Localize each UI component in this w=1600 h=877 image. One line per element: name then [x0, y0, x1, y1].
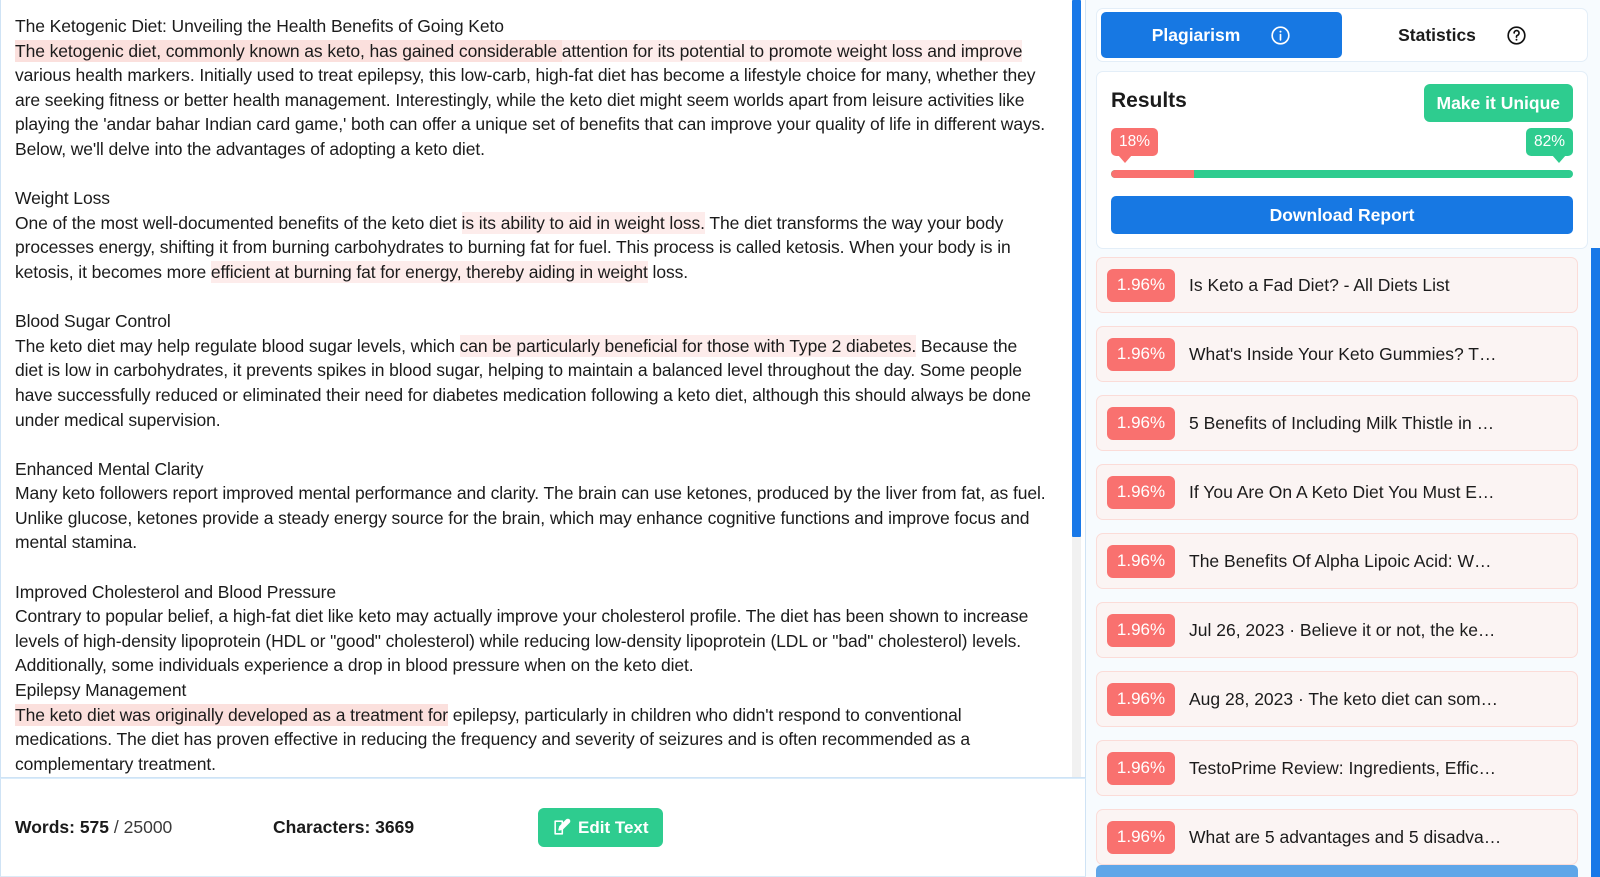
status-bar: Words: 575 / 25000 Characters: 3669 Edit… [0, 778, 1086, 877]
edit-text-button[interactable]: Edit Text [538, 808, 663, 847]
match-percent-badge: 1.96% [1107, 337, 1175, 371]
highlight-span: is its ability to aid in weight loss. [461, 211, 705, 234]
characters-label: Characters: [273, 817, 371, 837]
title-line: The Ketogenic Diet: Unveiling the Health… [15, 14, 1047, 39]
text-span: various health markers. Initially used t… [15, 65, 1046, 159]
match-title: What are 5 advantages and 5 disadva… [1189, 826, 1502, 847]
highlight-span: The ketogenic diet, commonly known as ke… [15, 39, 562, 62]
paragraph-cholesterol: Contrary to popular belief, a high-fat d… [15, 604, 1047, 678]
match-title: Aug 28, 2023 · The keto diet can som… [1189, 688, 1499, 709]
match-percent-badge: 1.96% [1107, 613, 1175, 647]
editor-scrollbar-track[interactable] [1072, 0, 1081, 777]
match-row[interactable]: 1.96% What's Inside Your Keto Gummies? T… [1096, 326, 1578, 382]
tab-plagiarism-label: Plagiarism [1151, 24, 1241, 45]
heading-blood-sugar: Blood Sugar Control [15, 309, 1047, 334]
paragraph-epilepsy: The keto diet was originally developed a… [15, 703, 1047, 777]
match-row[interactable]: 1.96% Aug 28, 2023 · The keto diet can so… [1096, 671, 1578, 727]
text-span: Enhanced Mental Clarity [15, 458, 204, 479]
text-span: loss. [647, 261, 689, 282]
match-row[interactable]: 1.96% 5 Benefits of Including Milk Thistl… [1096, 395, 1578, 451]
text-span: Contrary to popular belief, a high-fat d… [15, 606, 1029, 676]
bottom-progress-bar [1096, 865, 1578, 877]
character-count: Characters: 3669 [273, 817, 538, 838]
text-span: One of the most well-documented benefits… [15, 212, 462, 233]
tab-statistics[interactable]: Statistics [1342, 12, 1583, 58]
editor-panel: The Ketogenic Diet: Unveiling the Health… [0, 0, 1086, 877]
match-row[interactable]: 1.96% If You Are On A Keto Diet You Must … [1096, 464, 1578, 520]
match-title: TestoPrime Review: Ingredients, Effic… [1189, 757, 1497, 778]
tab-plagiarism[interactable]: Plagiarism [1101, 12, 1342, 58]
words-limit: / 25000 [113, 817, 173, 837]
text-span: The Ketogenic Diet: Unveiling the Health… [15, 16, 504, 36]
question-circle-icon[interactable] [1506, 25, 1527, 46]
paragraph-mental-clarity: Many keto followers report improved ment… [15, 481, 1047, 555]
tab-statistics-label: Statistics [1398, 24, 1476, 45]
paragraph-blood-sugar: The keto diet may help regulate blood su… [15, 334, 1047, 432]
download-report-button[interactable]: Download Report [1111, 196, 1573, 234]
match-percent-badge: 1.96% [1107, 820, 1175, 854]
blank-1 [15, 162, 1047, 187]
blank-4 [15, 555, 1047, 580]
highlight-span: can be particularly beneficial for those… [459, 334, 917, 357]
plagiarism-meter: 18% 82% [1111, 128, 1573, 194]
blank-2 [15, 285, 1047, 310]
match-percent-badge: 1.96% [1107, 475, 1175, 509]
heading-mental-clarity: Enhanced Mental Clarity [15, 457, 1047, 482]
unique-percent-badge: 82% [1525, 128, 1573, 163]
text-span: The keto diet may help regulate blood su… [15, 335, 460, 356]
text-span: Blood Sugar Control [15, 311, 171, 332]
match-row[interactable]: 1.96% Is Keto a Fad Diet? - All Diets Lis… [1096, 257, 1578, 313]
plagiarism-percent-badge: 18% [1111, 128, 1159, 163]
text-span: Weight Loss [15, 188, 110, 209]
characters-value: 3669 [375, 817, 415, 837]
results-header: Results Make it Unique [1111, 84, 1573, 124]
blank-3 [15, 432, 1047, 457]
match-percent-badge: 1.96% [1107, 544, 1175, 578]
tab-bar: Plagiarism Statistics [1096, 8, 1588, 62]
words-value: 575 [79, 817, 110, 837]
match-percent-badge: 1.96% [1107, 682, 1175, 716]
highlight-span: attention for its potential to promote w… [561, 39, 1023, 62]
results-title: Results [1111, 89, 1187, 112]
text-span: Epilepsy Management [15, 680, 187, 701]
document-text[interactable]: The Ketogenic Diet: Unveiling the Health… [1, 0, 1085, 777]
match-percent-badge: 1.96% [1107, 406, 1175, 440]
matches-list: 1.96% Is Keto a Fad Diet? - All Diets Lis… [1096, 257, 1588, 877]
text-span: Many keto followers report improved ment… [15, 483, 1046, 553]
editor-scrollbar-thumb[interactable] [1072, 0, 1081, 537]
match-percent-badge: 1.96% [1107, 268, 1175, 302]
meter-bar [1111, 170, 1573, 178]
word-count: Words: 575 / 25000 [15, 817, 273, 838]
match-percent-badge: 1.96% [1107, 751, 1175, 785]
match-row[interactable]: 1.96% What are 5 advantages and 5 disadva… [1096, 809, 1578, 865]
make-it-unique-button[interactable]: Make it Unique [1423, 84, 1573, 122]
highlight-span: efficient at burning fat for energy, the… [210, 260, 648, 283]
results-card: Results Make it Unique 18% 82% Download … [1096, 71, 1588, 249]
intro-paragraph: The ketogenic diet, commonly known as ke… [15, 39, 1047, 162]
text-span: Improved Cholesterol and Blood Pressure [15, 581, 336, 602]
matches-scrollbar-thumb[interactable] [1591, 248, 1600, 877]
heading-cholesterol: Improved Cholesterol and Blood Pressure [15, 580, 1047, 605]
match-title: Jul 26, 2023 · Believe it or not, the ke… [1189, 619, 1496, 640]
match-title: What's Inside Your Keto Gummies? T… [1189, 343, 1497, 364]
heading-epilepsy: Epilepsy Management [15, 678, 1047, 703]
heading-weight-loss: Weight Loss [15, 186, 1047, 211]
edit-text-label: Edit Text [578, 817, 649, 837]
pencil-square-icon [552, 818, 571, 837]
match-title: The Benefits Of Alpha Lipoic Acid: W… [1189, 550, 1492, 571]
match-row[interactable]: 1.96% The Benefits Of Alpha Lipoic Acid: … [1096, 533, 1578, 589]
editor-card: The Ketogenic Diet: Unveiling the Health… [0, 0, 1086, 778]
match-row[interactable]: 1.96% Jul 26, 2023 · Believe it or not, t… [1096, 602, 1578, 658]
highlight-span: The keto diet was originally developed a… [15, 703, 449, 726]
paragraph-weight-loss: One of the most well-documented benefits… [15, 211, 1047, 285]
matches-scrollbar-track[interactable] [1591, 248, 1600, 877]
match-title: Is Keto a Fad Diet? - All Diets List [1189, 274, 1450, 295]
meter-plagiarism-fill [1111, 170, 1195, 178]
match-title: 5 Benefits of Including Milk Thistle in … [1189, 412, 1495, 433]
match-row[interactable]: 1.96% TestoPrime Review: Ingredients, Eff… [1096, 740, 1578, 796]
info-circle-icon[interactable] [1270, 25, 1291, 46]
match-title: If You Are On A Keto Diet You Must E… [1189, 481, 1495, 502]
words-label: Words: [15, 817, 75, 837]
plagiarism-sidebar: Plagiarism Statistics Results Make it Un… [1086, 0, 1600, 877]
